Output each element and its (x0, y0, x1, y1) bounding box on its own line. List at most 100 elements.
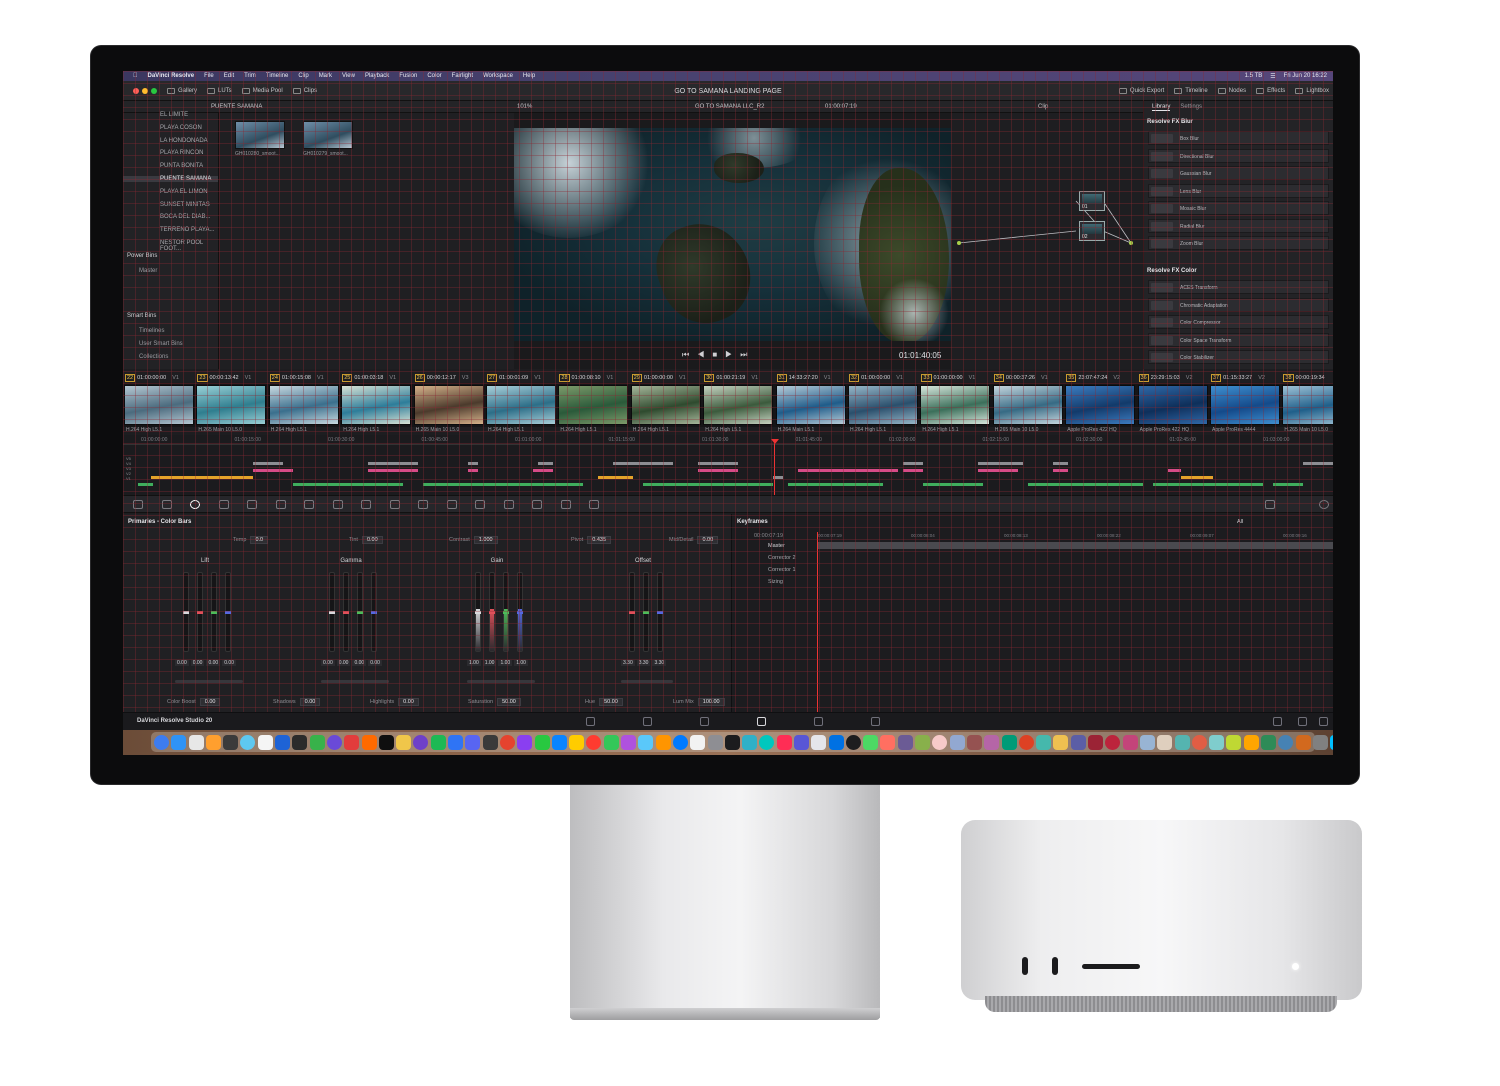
timeline-clip[interactable] (923, 483, 983, 486)
dock-app-icon[interactable] (603, 734, 619, 750)
dock-app-icon[interactable] (482, 734, 498, 750)
dock-app-icon[interactable] (309, 734, 325, 750)
fx-item[interactable]: ACES Transform (1148, 280, 1329, 294)
wheel-slider[interactable] (489, 572, 495, 652)
dock-app-icon[interactable] (707, 734, 723, 750)
dock-app-icon[interactable] (326, 734, 342, 750)
fx-item[interactable]: Color Space Transform (1148, 332, 1329, 347)
dock-app-icon[interactable] (344, 734, 360, 750)
wheel-master-slider[interactable] (621, 680, 673, 683)
dock-app-icon[interactable] (257, 734, 273, 750)
dock-app-icon[interactable] (759, 734, 775, 750)
wheel-value[interactable]: 3.30 (652, 660, 667, 666)
wheel-slider[interactable] (357, 572, 363, 652)
key-icon[interactable] (475, 500, 485, 509)
clip-thumbnail[interactable] (848, 385, 918, 425)
clip-thumbnail[interactable] (413, 385, 484, 425)
bin-item[interactable]: EL LIMITE (160, 112, 188, 118)
slider-knob[interactable] (629, 611, 635, 614)
menu-file[interactable]: File (204, 73, 214, 79)
dock-app-icon[interactable] (292, 734, 308, 750)
menu-color[interactable]: Color (427, 73, 441, 79)
dock-app-icon[interactable] (188, 734, 204, 750)
timeline-clip[interactable] (253, 462, 283, 465)
clip-thumbnail[interactable] (775, 385, 846, 425)
slider-knob[interactable] (329, 611, 335, 614)
dock-app-icon[interactable] (465, 734, 481, 750)
bin-item[interactable]: TERRENO PLAYA... (160, 227, 214, 233)
deliver-page-icon[interactable] (871, 717, 880, 726)
fx-blur-header[interactable]: Resolve FX Blur (1147, 119, 1193, 125)
wheel-slider[interactable] (211, 572, 217, 652)
project-manager-icon[interactable] (1273, 717, 1282, 726)
clip-thumbnail[interactable] (1210, 385, 1280, 425)
dock-app-icon[interactable] (361, 734, 377, 750)
wheel-slider[interactable] (329, 572, 335, 652)
slider-knob[interactable] (343, 611, 349, 614)
smart-bin-collections[interactable]: Collections (139, 354, 168, 360)
media-pool-button[interactable]: Media Pool (241, 87, 283, 94)
hue-value[interactable]: 50.00 (599, 698, 623, 706)
keyframe-row-master[interactable]: Master (768, 543, 785, 549)
timeline-playhead[interactable] (771, 439, 779, 495)
bin-item[interactable]: SUNSET MINITAS (160, 202, 210, 208)
media-page-icon[interactable] (586, 717, 595, 726)
keyframe-row-sizing[interactable]: Sizing (768, 579, 783, 585)
fx-item[interactable]: Zoom Blur (1148, 236, 1329, 250)
fx-item[interactable]: Color Stabilizer (1148, 350, 1329, 364)
fairlight-page-icon[interactable] (814, 717, 823, 726)
dock-app-icon[interactable] (1122, 734, 1138, 750)
fx-item[interactable]: Gaussian Blur (1148, 166, 1329, 180)
timeline-clip[interactable] (293, 483, 403, 486)
fx-item[interactable]: Color Compressor (1148, 315, 1329, 329)
wheel-value[interactable]: 1.00 (498, 660, 513, 666)
timeline-clip[interactable] (1303, 462, 1333, 465)
wheel-value[interactable]: 3.30 (621, 660, 635, 666)
slider-knob[interactable] (197, 611, 203, 614)
tab-settings[interactable]: Settings (1180, 104, 1202, 110)
wheel-value[interactable]: 3.30 (636, 660, 651, 666)
dock-app-icon[interactable] (897, 734, 913, 750)
wheel-slider[interactable] (197, 572, 203, 652)
curves-icon[interactable] (275, 500, 286, 509)
colorboost-control[interactable]: Color Boost 0.00 (167, 698, 221, 706)
slider-knob[interactable] (225, 611, 231, 614)
color-wheel-gamma[interactable]: Gamma 0.00 0.00 0.00 0.00 (291, 514, 411, 683)
dock-app-icon[interactable] (205, 734, 221, 750)
wheel-master-slider[interactable] (467, 680, 535, 683)
dock-app-icon[interactable] (1070, 734, 1086, 750)
timeline-name-select[interactable]: GO TO SAMANA LLC_R2 (695, 104, 764, 110)
menu-help[interactable]: Help (523, 73, 535, 79)
wheel-slider[interactable] (517, 572, 523, 652)
wheel-value[interactable]: 0.00 (175, 660, 189, 666)
slider-knob[interactable] (517, 611, 523, 614)
timeline-clip[interactable] (468, 462, 478, 465)
wheel-slider[interactable] (475, 572, 481, 652)
dock-app-icon[interactable] (1105, 734, 1121, 750)
wheel-value[interactable]: 1.00 (482, 660, 497, 666)
dock-app-icon[interactable] (154, 734, 169, 750)
timeline-clip[interactable] (151, 476, 253, 479)
dock-app-icon[interactable] (1226, 734, 1242, 750)
dock-app-icon[interactable] (1261, 734, 1276, 750)
dock-app-icon[interactable] (793, 734, 809, 750)
color-wheel-offset[interactable]: Offset 3.30 3.30 3.30 (583, 514, 703, 683)
highlights-control[interactable]: Highlights 0.00 (370, 698, 419, 706)
timeline-clip[interactable] (138, 483, 153, 486)
luts-button[interactable]: LUTs (207, 87, 232, 94)
timeline-ruler[interactable]: 01:00:00:00 01:00:15:00 01:00:30:00 01:00:4… (123, 435, 1333, 445)
lummix-control[interactable]: Lum Mix 100.00 (673, 698, 725, 706)
fx-color-header[interactable]: Resolve FX Color (1147, 268, 1197, 274)
clip-thumbnail[interactable] (558, 385, 629, 425)
menu-trim[interactable]: Trim (244, 73, 256, 79)
dock-app-icon[interactable] (396, 734, 412, 750)
menu-fairlight[interactable]: Fairlight (452, 73, 473, 79)
bin-item[interactable]: LA HONDONADA (160, 138, 208, 144)
color-page-icon[interactable] (757, 717, 766, 726)
window-icon[interactable] (361, 500, 371, 509)
rgb-mixer-icon[interactable] (218, 500, 229, 509)
timeline-clip[interactable] (598, 476, 633, 479)
apple-icon[interactable]:  (133, 73, 138, 79)
fx-item[interactable]: Chromatic Adaptation (1148, 297, 1329, 312)
wheel-master-slider[interactable] (175, 680, 243, 683)
